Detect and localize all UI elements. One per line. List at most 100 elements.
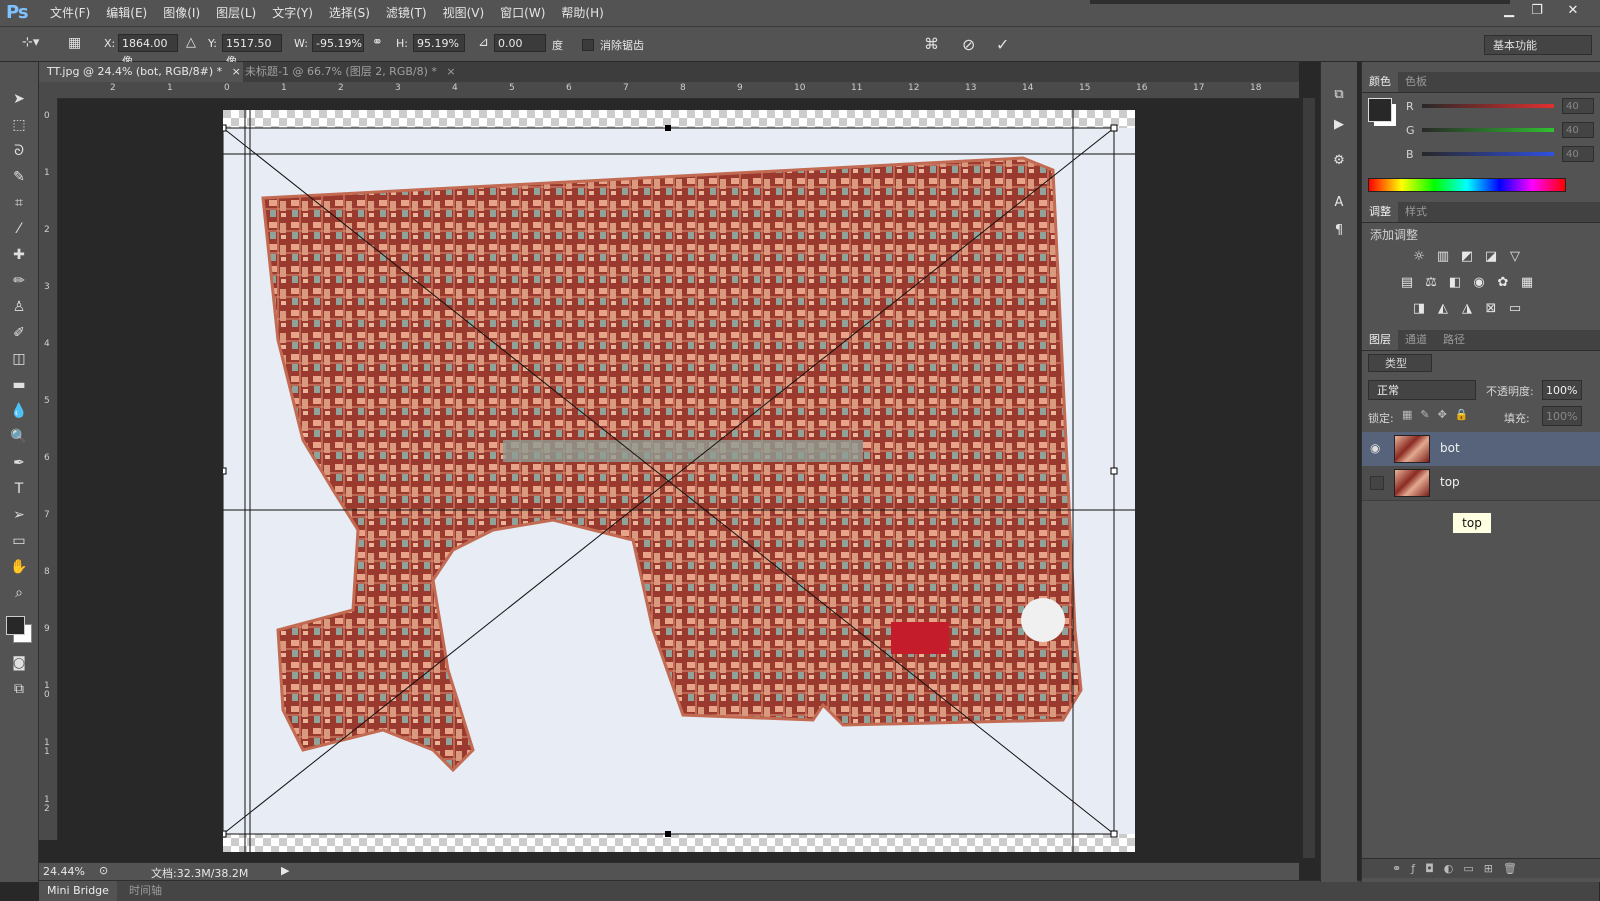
move-tool-preset-icon[interactable]: ⊹▾ bbox=[22, 35, 39, 50]
tab-paths[interactable]: 路径 bbox=[1436, 330, 1472, 350]
paragraph-panel-icon[interactable]: ¶ bbox=[1330, 222, 1348, 240]
menu-file[interactable]: 文件(F) bbox=[42, 0, 98, 26]
tab-timeline[interactable]: 时间轴 bbox=[121, 881, 170, 901]
tab-color[interactable]: 颜色 bbox=[1362, 72, 1398, 92]
eraser-tool-icon[interactable]: ◫ bbox=[8, 348, 30, 370]
healing-brush-tool-icon[interactable]: ✚ bbox=[8, 244, 30, 266]
link-icon[interactable]: ⚭ bbox=[372, 35, 383, 50]
fg-color-swatch[interactable] bbox=[1368, 98, 1392, 122]
status-info-icon[interactable]: ⊙ bbox=[99, 864, 108, 877]
close-icon[interactable]: × bbox=[446, 65, 455, 78]
fill-input[interactable]: 100% bbox=[1542, 406, 1582, 426]
properties-panel-icon[interactable]: ⚙ bbox=[1330, 152, 1348, 170]
warp-icon[interactable]: ⌘ bbox=[924, 35, 939, 53]
shape-tool-icon[interactable]: ▭ bbox=[8, 530, 30, 552]
threshold-icon[interactable]: ◮ bbox=[1458, 300, 1476, 318]
zoom-level[interactable]: 24.44% bbox=[43, 865, 85, 878]
menu-image[interactable]: 图像(I) bbox=[155, 0, 208, 26]
blend-mode-select[interactable]: 正常 bbox=[1368, 380, 1476, 400]
tab-layers[interactable]: 图层 bbox=[1362, 330, 1398, 350]
menu-filter[interactable]: 滤镜(T) bbox=[378, 0, 435, 26]
channel-g-value[interactable]: 40 bbox=[1562, 122, 1594, 138]
color-balance-icon[interactable]: ⚖ bbox=[1422, 274, 1440, 292]
height-input[interactable]: 95.19% bbox=[413, 34, 465, 52]
tab-styles[interactable]: 样式 bbox=[1398, 202, 1434, 222]
selective-color-icon[interactable]: ⊠ bbox=[1482, 300, 1500, 318]
menu-type[interactable]: 文字(Y) bbox=[264, 0, 321, 26]
tab-tt-jpg[interactable]: TT.jpg @ 24.4% (bot, RGB/8#) * × bbox=[39, 62, 243, 82]
minimize-button[interactable]: ▁ bbox=[1496, 2, 1522, 20]
menu-help[interactable]: 帮助(H) bbox=[553, 0, 611, 26]
exposure-icon[interactable]: ◪ bbox=[1482, 248, 1500, 266]
tab-channels[interactable]: 通道 bbox=[1398, 330, 1434, 350]
photo-filter-icon[interactable]: ◉ bbox=[1470, 274, 1488, 292]
visibility-toggle[interactable] bbox=[1370, 476, 1384, 490]
width-input[interactable]: -95.19% bbox=[312, 34, 364, 52]
posterize-icon[interactable]: ◭ bbox=[1434, 300, 1452, 318]
document-canvas[interactable] bbox=[223, 110, 1135, 852]
actions-panel-icon[interactable]: ▶ bbox=[1330, 116, 1348, 134]
brush-tool-icon[interactable]: ✏ bbox=[8, 270, 30, 292]
tab-swatches[interactable]: 色板 bbox=[1398, 72, 1434, 92]
channel-r-value[interactable]: 40 bbox=[1562, 98, 1594, 114]
black-white-icon[interactable]: ◧ bbox=[1446, 274, 1464, 292]
brightness-icon[interactable]: ☼ bbox=[1410, 248, 1428, 266]
gradient-tool-icon[interactable]: ▬ bbox=[8, 374, 30, 396]
zoom-tool-icon[interactable]: ⌕ bbox=[8, 582, 30, 604]
invert-icon[interactable]: ◨ bbox=[1410, 300, 1428, 318]
close-button[interactable]: ✕ bbox=[1560, 2, 1586, 20]
hue-saturation-icon[interactable]: ▤ bbox=[1398, 274, 1416, 292]
crop-tool-icon[interactable]: ⌗ bbox=[8, 192, 30, 214]
eye-icon[interactable]: ◉ bbox=[1370, 441, 1380, 455]
stamp-tool-icon[interactable]: ♙ bbox=[8, 296, 30, 318]
layer-row-top[interactable]: top bbox=[1362, 466, 1600, 501]
channel-r-slider[interactable] bbox=[1422, 104, 1554, 108]
vertical-scrollbar[interactable] bbox=[1303, 98, 1315, 858]
foreground-color-swatch[interactable] bbox=[6, 616, 25, 635]
menu-layer[interactable]: 图层(L) bbox=[208, 0, 264, 26]
levels-icon[interactable]: ▥ bbox=[1434, 248, 1452, 266]
channel-b-slider[interactable] bbox=[1422, 152, 1554, 156]
color-spectrum[interactable] bbox=[1368, 178, 1566, 192]
commit-transform-icon[interactable]: ✓ bbox=[996, 35, 1009, 54]
angle-input[interactable]: 0.00 bbox=[494, 34, 546, 52]
opacity-input[interactable]: 100% bbox=[1542, 380, 1582, 400]
lock-icons[interactable]: ▦✎✥🔒 bbox=[1402, 408, 1477, 421]
x-input[interactable]: 1864.00 像 bbox=[118, 34, 178, 68]
restore-button[interactable]: ❐ bbox=[1524, 2, 1550, 20]
marquee-tool-icon[interactable]: ⬚ bbox=[8, 114, 30, 136]
reference-point-icon[interactable]: ▦ bbox=[68, 35, 81, 51]
antialias-checkbox[interactable] bbox=[582, 39, 594, 51]
hand-tool-icon[interactable]: ✋ bbox=[8, 556, 30, 578]
eyedropper-tool-icon[interactable]: ⁄ bbox=[8, 218, 30, 240]
history-brush-tool-icon[interactable]: ✐ bbox=[8, 322, 30, 344]
channel-b-value[interactable]: 40 bbox=[1562, 146, 1594, 162]
menu-window[interactable]: 窗口(W) bbox=[492, 0, 553, 26]
curves-icon[interactable]: ◩ bbox=[1458, 248, 1476, 266]
menu-select[interactable]: 选择(S) bbox=[321, 0, 378, 26]
dodge-tool-icon[interactable]: 🔍 bbox=[8, 426, 30, 448]
layers-footer-icons[interactable]: ⚭ƒ◘◐▭⊞🗑 bbox=[1362, 858, 1600, 878]
type-tool-icon[interactable]: T bbox=[8, 478, 30, 500]
pen-tool-icon[interactable]: ✒ bbox=[8, 452, 30, 474]
layer-filter-select[interactable]: 类型 bbox=[1368, 354, 1432, 372]
layer-row-bot[interactable]: ◉ bot bbox=[1362, 432, 1600, 467]
menu-view[interactable]: 视图(V) bbox=[435, 0, 493, 26]
tab-mini-bridge[interactable]: Mini Bridge bbox=[39, 881, 117, 901]
menu-edit[interactable]: 编辑(E) bbox=[98, 0, 155, 26]
y-input[interactable]: 1517.50 像 bbox=[222, 34, 282, 68]
tab-untitled[interactable]: 未标题-1 @ 66.7% (图层 2, RGB/8) * × bbox=[237, 62, 463, 82]
color-lookup-icon[interactable]: ▦ bbox=[1518, 274, 1536, 292]
move-tool-icon[interactable]: ➤ bbox=[8, 88, 30, 110]
cancel-transform-icon[interactable]: ⊘ bbox=[962, 35, 975, 54]
relative-position-icon[interactable]: △ bbox=[186, 35, 196, 50]
quick-select-tool-icon[interactable]: ✎ bbox=[8, 166, 30, 188]
quick-mask-icon[interactable]: ◙ bbox=[8, 652, 30, 674]
tab-adjustments[interactable]: 调整 bbox=[1362, 202, 1398, 222]
channel-mixer-icon[interactable]: ✿ bbox=[1494, 274, 1512, 292]
vibrance-icon[interactable]: ▽ bbox=[1506, 248, 1524, 266]
lasso-tool-icon[interactable]: ᘐ bbox=[8, 140, 30, 162]
history-panel-icon[interactable]: ⧉ bbox=[1330, 86, 1348, 104]
workspace-select[interactable]: 基本功能 bbox=[1484, 35, 1592, 55]
character-panel-icon[interactable]: A bbox=[1330, 194, 1348, 212]
